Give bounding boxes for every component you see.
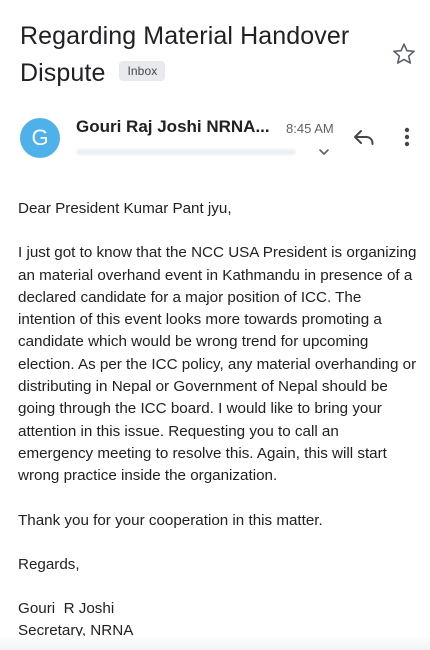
- star-icon[interactable]: [391, 41, 417, 67]
- regards-line: Regards,: [18, 555, 80, 573]
- thanks-line: Thank you for your cooperation in this m…: [18, 511, 323, 529]
- email-subject: Regarding Material Handover Dispute Inbox: [20, 18, 380, 92]
- inbox-label-chip[interactable]: Inbox: [119, 61, 166, 82]
- email-time: 8:45 AM: [286, 121, 334, 136]
- signature-name: Gouri R Joshi: [18, 600, 115, 618]
- sender-name[interactable]: Gouri Raj Joshi NRNA...: [76, 117, 270, 137]
- chevron-down-icon[interactable]: [317, 146, 331, 158]
- email-body: Dear President Kumar Pant jyu, I just go…: [18, 198, 418, 643]
- more-vert-icon[interactable]: [398, 125, 416, 149]
- recipient-details-blurred[interactable]: [76, 145, 326, 159]
- greeting-line: Dear President Kumar Pant jyu,: [18, 200, 232, 217]
- subject-text: Regarding Material Handover Dispute: [20, 22, 350, 87]
- body-paragraph: I just got to know that the NCC USA Pres…: [18, 244, 417, 485]
- bottom-divider: [0, 636, 430, 650]
- reply-icon[interactable]: [352, 127, 376, 147]
- sender-avatar[interactable]: G: [20, 118, 60, 158]
